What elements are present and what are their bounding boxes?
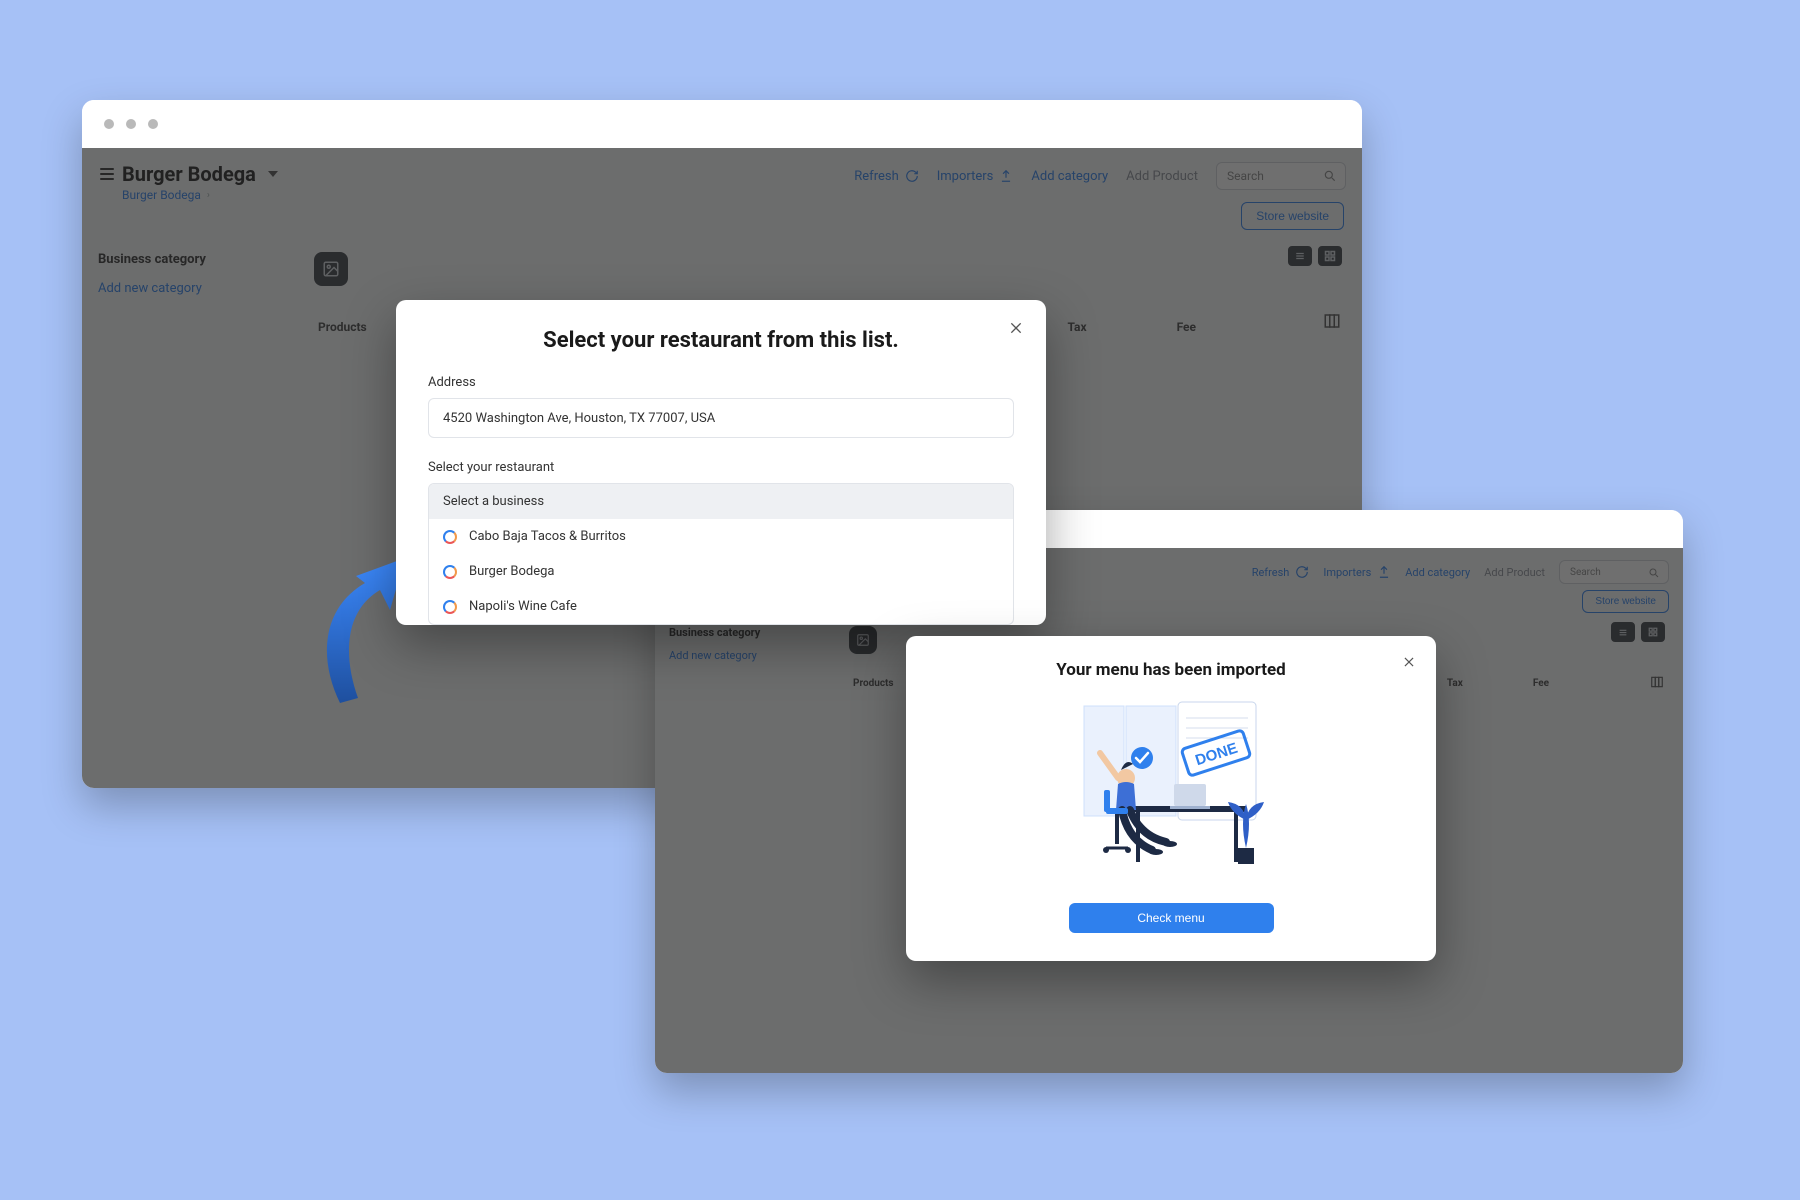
close-icon[interactable] [1008, 320, 1024, 340]
traffic-light-dot [148, 119, 158, 129]
check-menu-button[interactable]: Check menu [1069, 903, 1274, 933]
modal-title: Your menu has been imported [934, 660, 1408, 680]
loading-icon [443, 600, 457, 614]
restaurant-dropdown[interactable]: Select a business Cabo Baja Tacos & Burr… [428, 483, 1014, 625]
window-titlebar [82, 100, 1362, 148]
traffic-light-dot [104, 119, 114, 129]
modal-title: Select your restaurant from this list. [428, 328, 1014, 353]
close-icon[interactable] [1402, 654, 1416, 673]
import-success-modal: Your menu has been imported DONE [906, 636, 1436, 961]
dropdown-placeholder: Select a business [429, 484, 1013, 519]
success-illustration: DONE [1066, 698, 1276, 873]
traffic-light-dot [126, 119, 136, 129]
select-restaurant-label: Select your restaurant [428, 460, 1014, 475]
loading-icon [443, 565, 457, 579]
loading-icon [443, 530, 457, 544]
dropdown-option[interactable]: Cabo Baja Tacos & Burritos [429, 519, 1013, 554]
dropdown-option[interactable]: Burger Bodega [429, 554, 1013, 589]
dropdown-option[interactable]: Napoli's Wine Cafe [429, 589, 1013, 624]
address-label: Address [428, 375, 1014, 390]
select-restaurant-modal: Select your restaurant from this list. A… [396, 300, 1046, 625]
address-input[interactable]: 4520 Washington Ave, Houston, TX 77007, … [428, 398, 1014, 438]
